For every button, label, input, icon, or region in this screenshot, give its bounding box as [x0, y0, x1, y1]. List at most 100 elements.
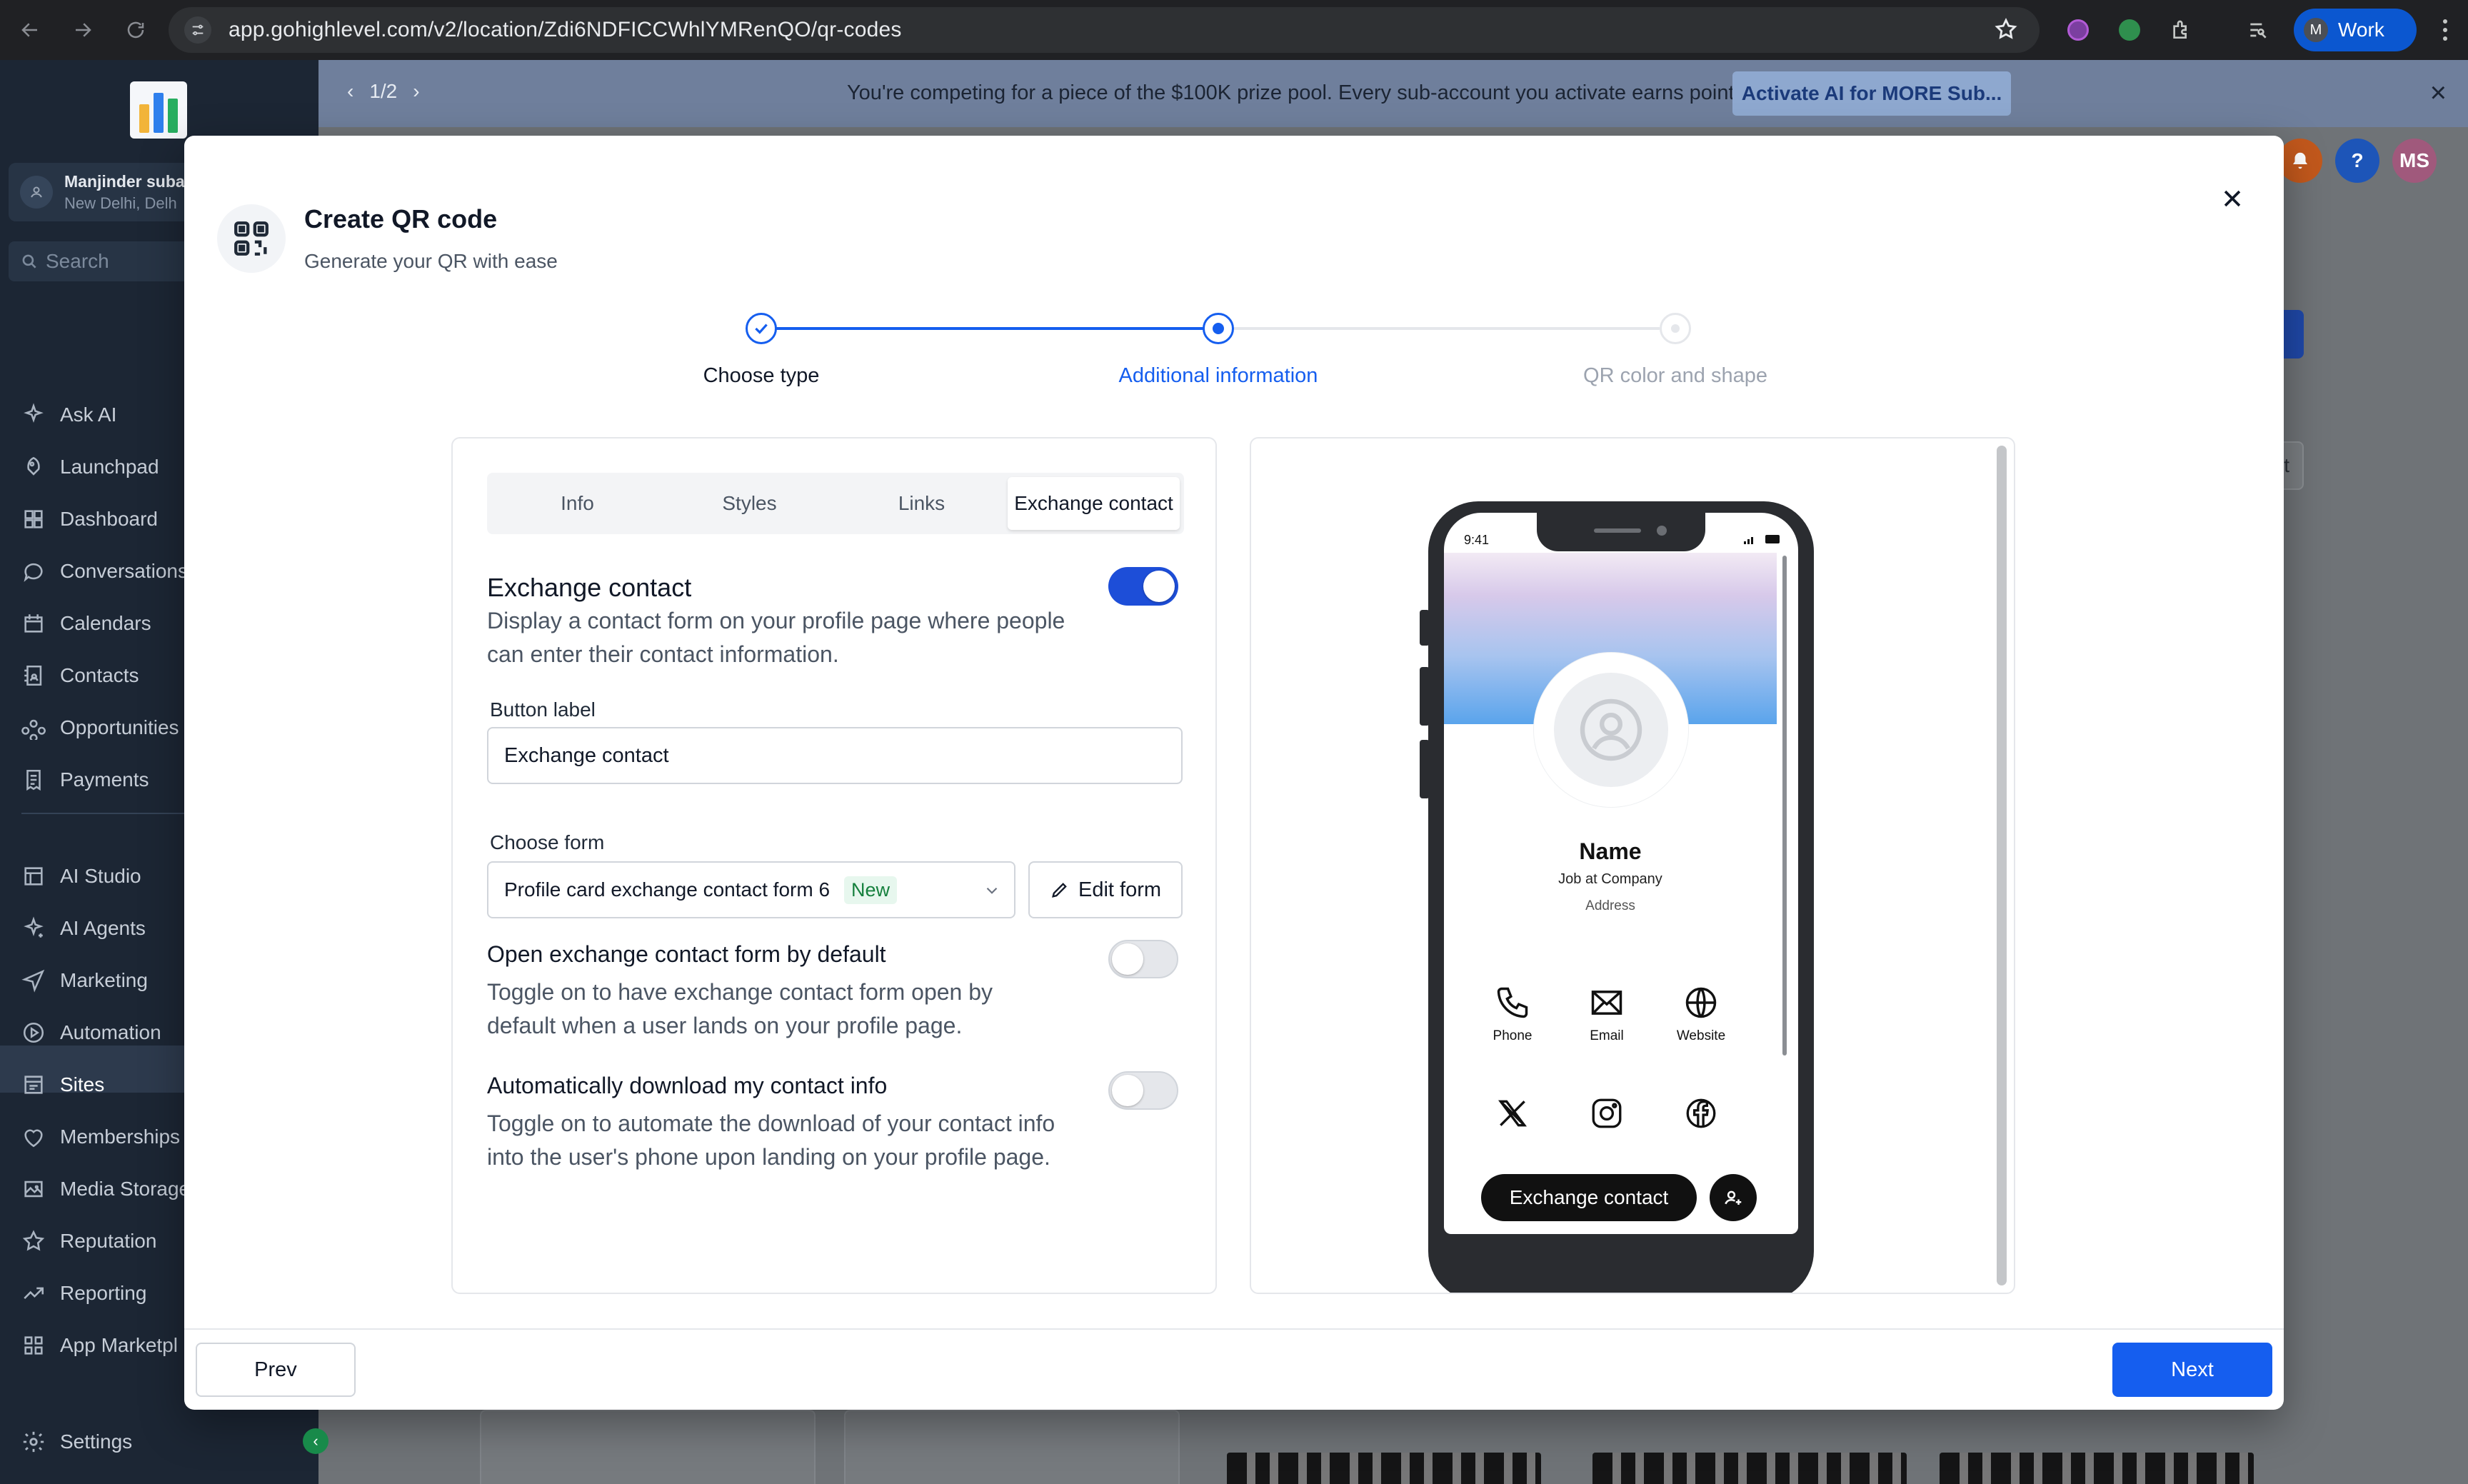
tab-search-icon[interactable]: [2241, 13, 2275, 47]
bookmark-star-icon[interactable]: [1994, 17, 2018, 45]
phone-status-icons: [1744, 534, 1781, 544]
modal-subtitle: Generate your QR with ease: [304, 250, 558, 272]
sidebar-item-memberships[interactable]: Memberships: [21, 1125, 180, 1149]
qr-code-icon: [217, 204, 286, 273]
back-button[interactable]: [13, 13, 47, 47]
sidebar-item-app-marketpl[interactable]: App Marketpl: [21, 1333, 178, 1358]
step-1-check-icon[interactable]: [746, 313, 777, 344]
button-label-title: Button label: [490, 698, 596, 721]
preview-scrollbar[interactable]: [1997, 446, 2007, 1285]
browser-profile-chip[interactable]: M Work: [2294, 9, 2417, 51]
sidebar-item-opportunities[interactable]: Opportunities: [21, 716, 179, 740]
pencil-icon: [1052, 883, 1067, 898]
help-icon[interactable]: ?: [2335, 139, 2379, 183]
phone-label: Phone: [1493, 1028, 1533, 1043]
website-contact-item: Website: [1658, 984, 1744, 1044]
preview-exchange-contact-button: Exchange contact: [1481, 1174, 1697, 1221]
browser-menu-icon[interactable]: [2431, 14, 2459, 46]
sidebar-item-label: Media Storage: [60, 1178, 191, 1200]
sidebar-item-label: Memberships: [60, 1125, 181, 1148]
modal-close-icon[interactable]: [2211, 177, 2254, 220]
extensions-puzzle-icon[interactable]: [2164, 13, 2198, 47]
sidebar-item-automation[interactable]: Automation: [21, 1021, 161, 1045]
step-2-current-dot[interactable]: [1203, 313, 1234, 344]
tab-exchange-contact[interactable]: Exchange contact: [1008, 477, 1180, 530]
sidebar-item-launchpad[interactable]: Launchpad: [21, 455, 159, 479]
sidebar-item-reporting[interactable]: Reporting: [21, 1281, 146, 1305]
account-location: New Delhi, Delh: [64, 194, 177, 212]
back-arrow-icon: [21, 23, 37, 37]
button-label-input[interactable]: [487, 727, 1183, 784]
edit-form-button[interactable]: Edit form: [1028, 861, 1183, 918]
open-default-toggle[interactable]: [1108, 940, 1178, 978]
screen-scrollbar: [1782, 556, 1787, 1056]
extension-cursor-icon[interactable]: [2112, 13, 2147, 47]
star-icon: [22, 1230, 45, 1251]
sidebar-item-label: Sites: [60, 1073, 105, 1096]
contacts-icon: [24, 665, 42, 686]
sidebar-item-label: Ask AI: [60, 403, 117, 426]
sidebar-item-ai-agents[interactable]: AI Agents: [21, 916, 146, 941]
sidebar-item-ask-ai[interactable]: Ask AI: [21, 403, 116, 427]
sidebar-item-settings[interactable]: Settings: [21, 1430, 132, 1454]
banner-close-icon[interactable]: ×: [2430, 77, 2447, 109]
funnel-icon: [21, 719, 46, 740]
sidebar-item-sites[interactable]: Sites: [21, 1073, 104, 1097]
tab-info[interactable]: Info: [491, 477, 663, 530]
step-3-pending-dot[interactable]: [1660, 313, 1691, 344]
sidebar-item-marketing[interactable]: Marketing: [21, 968, 148, 993]
choose-form-select[interactable]: Profile card exchange contact form 6 New: [487, 861, 1015, 918]
banner-cta-button[interactable]: Activate AI for MORE Sub...: [1732, 71, 2011, 116]
grid-icon: [24, 510, 43, 528]
chat-icon: [24, 563, 43, 582]
phone-preview-panel: 9:41 Name Job at Company Address Phone E…: [1250, 437, 2015, 1294]
auto-download-toggle[interactable]: [1108, 1071, 1178, 1110]
sidebar-item-calendars[interactable]: Calendars: [21, 611, 151, 636]
user-avatar[interactable]: MS: [2392, 139, 2437, 183]
forward-button[interactable]: [66, 13, 100, 47]
notification-bell-icon[interactable]: [2278, 139, 2322, 183]
sidebar-item-label: Calendars: [60, 612, 151, 634]
chevron-left-icon[interactable]: ‹: [347, 80, 353, 103]
brand-logo: [130, 81, 187, 139]
next-button[interactable]: Next: [2112, 1343, 2272, 1397]
sidebar-item-ai-studio[interactable]: AI Studio: [21, 864, 141, 888]
rocket-icon: [27, 456, 40, 476]
tab-links[interactable]: Links: [836, 477, 1008, 530]
apps-icon: [24, 1336, 43, 1355]
sidebar-item-contacts[interactable]: Contacts: [21, 663, 139, 688]
exchange-contact-title: Exchange contact: [487, 573, 692, 602]
account-name: Manjinder suba: [64, 171, 185, 191]
sidebar-item-conversations[interactable]: Conversations: [21, 559, 188, 583]
tab-styles[interactable]: Styles: [663, 477, 836, 530]
create-qr-modal: Create QR code Generate your QR with eas…: [184, 136, 2284, 1410]
x-logo-icon: [1498, 1100, 1527, 1127]
reload-button[interactable]: [119, 13, 153, 47]
content-fade: [1444, 1141, 1777, 1170]
prev-button[interactable]: Prev: [196, 1343, 356, 1397]
user-silhouette-icon: [1580, 698, 1642, 761]
sidebar-item-label: Reputation: [60, 1230, 157, 1252]
extension-purple-icon[interactable]: [2061, 13, 2095, 47]
site-settings-icon[interactable]: [184, 16, 211, 44]
selected-form-text: Profile card exchange contact form 6: [504, 878, 831, 901]
chevron-left-icon: ‹: [313, 1432, 318, 1450]
reload-icon: [127, 21, 144, 39]
address-bar[interactable]: app.gohighlevel.com/v2/location/Zdi6NDFI…: [169, 7, 2040, 53]
sidebar-item-label: Reporting: [60, 1282, 147, 1304]
sidebar-item-dashboard[interactable]: Dashboard: [21, 507, 158, 531]
chevron-right-icon[interactable]: ›: [413, 80, 419, 103]
sidebar-item-payments[interactable]: Payments: [21, 768, 149, 792]
chevron-down-icon: [983, 881, 1001, 905]
sidebar-item-reputation[interactable]: Reputation: [21, 1229, 156, 1253]
collapse-sidebar-button[interactable]: ‹: [303, 1428, 328, 1454]
sidebar-item-media-storage[interactable]: Media Storage: [21, 1177, 190, 1201]
phone-screen: 9:41 Name Job at Company Address Phone E…: [1444, 513, 1798, 1234]
sidebar-item-label: AI Agents: [60, 917, 146, 939]
sites-icon: [24, 1076, 43, 1094]
new-badge: New: [844, 876, 898, 904]
exchange-contact-toggle[interactable]: [1108, 567, 1178, 606]
sidebar-item-label: Settings: [60, 1430, 133, 1453]
sidebar-item-label: Dashboard: [60, 508, 158, 530]
banner-message: You're competing for a piece of the $100…: [847, 81, 1751, 104]
